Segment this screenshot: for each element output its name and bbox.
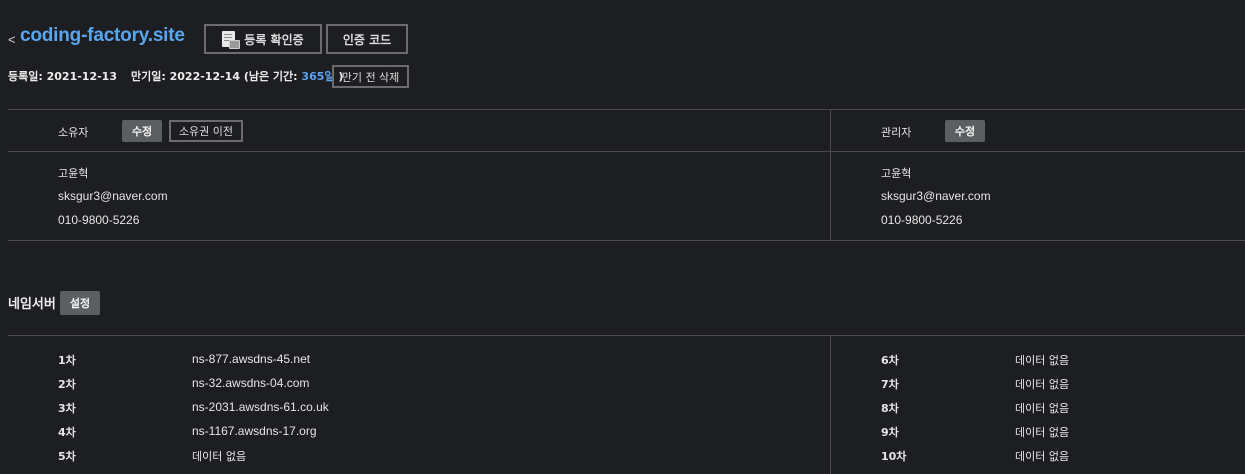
- nameserver-title: 네임서버: [8, 297, 56, 312]
- nameserver-value: ns-32.awsdns-04.com: [192, 376, 310, 390]
- nameserver-value: ns-877.awsdns-45.net: [192, 352, 311, 366]
- column-divider: [830, 110, 831, 240]
- delete-before-expiry-button[interactable]: 만기 전 삭제: [332, 65, 409, 88]
- owner-edit-button[interactable]: 수정: [122, 120, 162, 142]
- auth-code-button[interactable]: 인증 코드: [326, 24, 408, 54]
- nameserver-value: 데이터 없음: [1015, 450, 1070, 463]
- divider: [8, 109, 1245, 110]
- divider: [8, 151, 1245, 152]
- nameserver-index: 6차: [881, 354, 899, 367]
- ownership-transfer-button[interactable]: 소유권 이전: [169, 120, 243, 142]
- admin-name: 고윤혁: [881, 167, 912, 180]
- auth-code-label: 인증 코드: [342, 32, 392, 47]
- register-confirm-label: 등록 확인증: [244, 32, 304, 47]
- ownership-transfer-label: 소유권 이전: [178, 125, 234, 138]
- nameserver-settings-label: 설정: [69, 297, 91, 310]
- nameserver-index: 3차: [58, 402, 76, 415]
- nameserver-index: 8차: [881, 402, 899, 415]
- nameserver-value: 데이터 없음: [1015, 426, 1070, 439]
- expiry-date: 2022-12-14: [169, 70, 240, 83]
- nameserver-value: 데이터 없음: [1015, 402, 1070, 415]
- admin-phone: 010-9800-5226: [881, 213, 963, 227]
- nameserver-index: 9차: [881, 426, 899, 439]
- registered-date-row: 등록일: 2021-12-13: [8, 68, 117, 84]
- admin-edit-label: 수정: [954, 125, 976, 138]
- nameserver-settings-button[interactable]: 설정: [60, 291, 100, 315]
- divider: [8, 240, 1245, 241]
- registered-date: 2021-12-13: [46, 70, 117, 83]
- delete-before-expiry-label: 만기 전 삭제: [341, 70, 400, 84]
- admin-email: sksgur3@naver.com: [881, 189, 991, 203]
- nameserver-index: 5차: [58, 450, 76, 463]
- nameserver-value: ns-2031.awsdns-61.co.uk: [192, 400, 329, 414]
- nameserver-index: 10차: [881, 450, 907, 463]
- owner-title: 소유자: [58, 126, 89, 139]
- nameserver-index: 7차: [881, 378, 899, 391]
- expiry-date-row: 만기일: 2022-12-14 (남은 기간: 365일 ): [131, 68, 343, 84]
- nameserver-index: 2차: [58, 378, 76, 391]
- nameserver-index: 4차: [58, 426, 76, 439]
- nameserver-value: 데이터 없음: [1015, 378, 1070, 391]
- nameserver-value: 데이터 없음: [192, 450, 247, 463]
- admin-title: 관리자: [881, 126, 912, 139]
- remaining-prefix: (남은 기간:: [243, 70, 298, 83]
- expiry-label: 만기일:: [131, 70, 166, 83]
- owner-phone: 010-9800-5226: [58, 213, 140, 227]
- column-divider: [830, 336, 831, 474]
- nameserver-value: ns-1167.awsdns-17.org: [192, 424, 317, 438]
- owner-name: 고윤혁: [58, 167, 89, 180]
- certificate-icon: [222, 31, 241, 49]
- remaining-days: 365일: [301, 70, 335, 83]
- admin-edit-button[interactable]: 수정: [945, 120, 985, 142]
- nameserver-value: 데이터 없음: [1015, 354, 1070, 367]
- back-icon[interactable]: <: [8, 32, 16, 47]
- register-confirm-button[interactable]: 등록 확인증: [204, 24, 322, 54]
- owner-email: sksgur3@naver.com: [58, 189, 168, 203]
- registered-label: 등록일:: [8, 70, 43, 83]
- owner-edit-label: 수정: [131, 125, 153, 138]
- nameserver-index: 1차: [58, 354, 76, 367]
- divider: [8, 335, 1245, 336]
- domain-title: coding-factory.site: [20, 25, 185, 46]
